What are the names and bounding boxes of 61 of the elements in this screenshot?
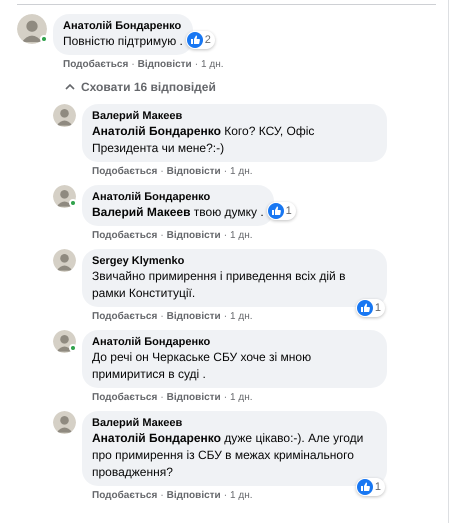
separator-dot: · [224,391,228,405]
author-name[interactable]: Sergey Klymenko [92,254,377,268]
reaction-count: 1 [374,480,381,494]
avatar[interactable] [53,330,76,353]
author-name[interactable]: Анатолій Бондаренко [92,190,264,204]
avatar[interactable] [53,249,76,272]
reply-link[interactable]: Відповісти [166,164,221,179]
timestamp: 1 дн. [230,229,253,243]
separator-dot: · [160,310,164,324]
separator-dot: · [160,165,164,179]
like-link[interactable]: Подобається [63,57,128,72]
like-icon [356,300,373,316]
avatar[interactable] [17,14,47,44]
like-icon [186,32,203,48]
reply-link[interactable]: Відповісти [166,228,221,243]
separator-dot: · [160,229,164,243]
hide-replies-link[interactable]: Сховати 16 відповідей [65,78,387,96]
separator-dot: · [224,165,228,179]
avatar[interactable] [53,411,76,434]
like-link[interactable]: Подобається [92,488,158,503]
comment-text: Валерий Макеев твою думку . [92,204,264,221]
like-link[interactable]: Подобається [92,309,158,324]
separator-dot: · [224,489,228,503]
reaction-badge[interactable]: 2 [186,30,215,49]
author-name[interactable]: Анатолій Бондаренко [63,19,183,33]
reply-link[interactable]: Відповісти [166,488,221,503]
comment-text: Анатолій Бондаренко Кого? КСУ, Офіс Президента чи мене?:-) [92,123,316,157]
chevron-up-icon [65,83,75,91]
separator-dot: · [131,58,135,72]
timestamp: 1 дн. [230,489,253,503]
comment-text: Звичайно примирення і приведення всіх дій в рамки Конституції. [92,268,346,302]
avatar[interactable] [53,104,76,127]
like-link[interactable]: Подобається [92,390,158,405]
timestamp: 1 дн. [230,165,253,179]
author-name[interactable]: Валерий Макеев [92,109,377,123]
avatar[interactable] [53,185,76,208]
timestamp: 1 дн. [230,310,253,324]
reply-link[interactable]: Відповісти [166,390,221,405]
comment-text: До речі он Черкаське СБУ хоче зі мною примиритися в суді . [92,349,312,383]
comment-text: Повністю підтримую . [63,33,183,50]
timestamp: 1 дн. [201,58,224,72]
like-icon [356,478,373,495]
author-name[interactable]: Валерий Макеев [92,416,377,430]
reaction-count: 2 [204,32,211,48]
reaction-badge[interactable]: 1 [266,202,296,220]
separator-dot: · [160,391,164,405]
reaction-count: 1 [286,204,292,218]
separator-dot: · [224,229,228,243]
like-link[interactable]: Подобається [92,228,158,243]
like-icon [268,202,284,219]
reaction-count: 1 [374,300,381,316]
like-link[interactable]: Подобається [92,164,158,179]
reaction-badge[interactable]: 1 [356,478,385,496]
reply-link[interactable]: Відповісти [166,309,221,324]
reply-link[interactable]: Відповісти [138,57,192,72]
timestamp: 1 дн. [230,391,253,405]
separator-dot: · [194,58,198,72]
author-name[interactable]: Анатолій Бондаренко [92,335,377,349]
separator-dot: · [224,310,228,324]
separator-dot: · [160,489,164,503]
reaction-badge[interactable]: 1 [356,298,385,317]
